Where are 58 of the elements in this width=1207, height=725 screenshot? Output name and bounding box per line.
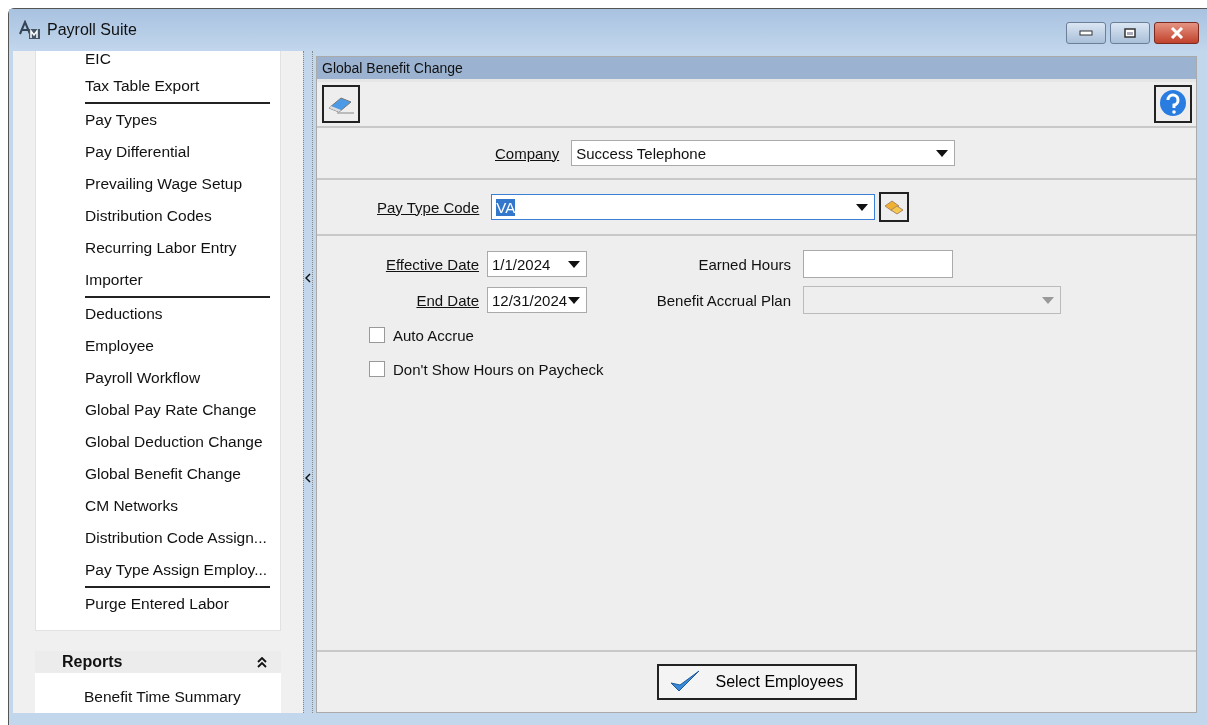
sidebar-item[interactable]: Pay Differential — [85, 136, 270, 168]
sidebar-item[interactable]: CM Networks — [85, 490, 270, 522]
close-icon — [1169, 27, 1184, 39]
caret-icon — [568, 260, 580, 268]
sidebar-item[interactable]: Distribution Code Assign... — [85, 522, 270, 554]
lookup-button[interactable] — [879, 192, 910, 222]
sidebar-item[interactable]: Importer — [85, 264, 270, 296]
sidebar-item[interactable]: EIC — [85, 51, 270, 70]
minimize-button[interactable] — [1066, 22, 1106, 44]
sidebar-item[interactable]: Global Deduction Change — [85, 426, 270, 458]
maximize-button[interactable] — [1110, 22, 1150, 44]
caret-icon — [856, 203, 869, 211]
date-picker[interactable]: 1/1/2024 — [487, 251, 587, 277]
checkbox[interactable] — [369, 361, 385, 377]
select-employees-button[interactable]: Select Employees — [656, 664, 857, 700]
app-logo-icon — [19, 20, 41, 40]
field-label: Benefit Accrual Plan — [655, 291, 792, 309]
checkbox-label: Auto Accrue — [393, 326, 474, 344]
sidebar-item[interactable]: Pay Type Assign Employ... — [85, 554, 270, 586]
window-title: Payroll Suite — [47, 21, 138, 39]
panel-title: Global Benefit Change — [317, 57, 1196, 82]
lookup-icon — [883, 198, 906, 216]
close-button[interactable] — [1154, 22, 1199, 44]
field-label: Company — [495, 144, 560, 162]
splitter-handle[interactable] — [303, 51, 313, 713]
pay-type-code-dropdown[interactable]: VA — [491, 194, 876, 220]
eraser-button[interactable] — [322, 85, 360, 123]
maximize-icon — [1124, 28, 1136, 38]
collapse-icon[interactable] — [257, 656, 267, 668]
eraser-icon — [327, 94, 355, 114]
caret-icon — [936, 149, 949, 157]
caret-icon — [1042, 296, 1054, 304]
sidebar-item[interactable]: Tax Table Export — [85, 70, 270, 102]
date-picker[interactable]: 12/31/2024 — [487, 287, 587, 313]
sidebar-item[interactable]: Purge Entered Labor — [85, 588, 270, 620]
checkbox-label: Don't Show Hours on Paycheck — [393, 360, 604, 378]
field-label: Pay Type Code — [377, 198, 480, 216]
earned-hours-field[interactable] — [803, 250, 953, 278]
section-title: Reports — [62, 653, 123, 671]
section-header[interactable]: Reports — [35, 651, 281, 673]
caret-icon — [568, 296, 580, 304]
minimize-icon — [1079, 30, 1093, 36]
sidebar-item[interactable]: Recurring Labor Entry — [85, 232, 270, 264]
help-button[interactable] — [1154, 85, 1192, 123]
sidebar-item[interactable]: Pay Types — [85, 104, 270, 136]
sidebar-item[interactable]: Deductions — [85, 298, 270, 330]
sidebar-item[interactable]: Payroll Workflow — [85, 362, 270, 394]
company-dropdown[interactable]: Success Telephone — [571, 140, 956, 166]
sidebar-item[interactable]: Prevailing Wage Setup — [85, 168, 270, 200]
sidebar-item[interactable]: Global Pay Rate Change — [85, 394, 270, 426]
field-label: Effective Date — [384, 255, 480, 273]
help-icon — [1158, 89, 1188, 119]
sidebar-item[interactable]: Employee — [85, 330, 270, 362]
field-label: End Date — [415, 291, 480, 309]
sidebar-item[interactable]: Distribution Codes — [85, 200, 270, 232]
sidebar-item[interactable]: Global Benefit Change — [85, 458, 270, 490]
checkbox[interactable] — [369, 327, 385, 343]
field-label: Earned Hours — [697, 255, 792, 273]
